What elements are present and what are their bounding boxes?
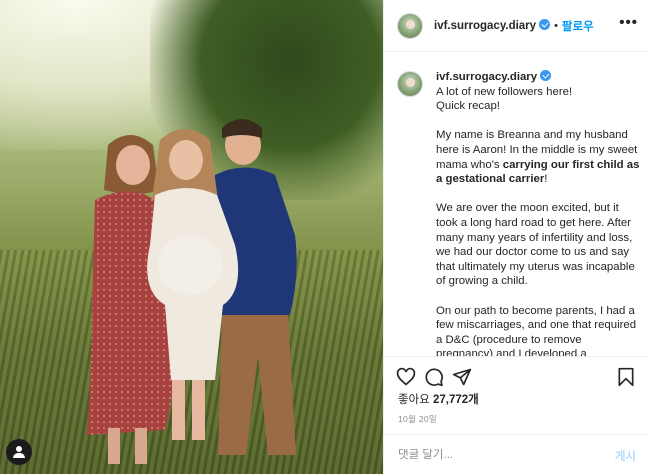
header-separator: • xyxy=(554,19,558,32)
comment-input[interactable] xyxy=(398,448,588,461)
post-comment-button[interactable]: 게시 xyxy=(615,448,636,464)
comment-icon[interactable] xyxy=(424,367,444,387)
post-photo[interactable] xyxy=(0,0,383,474)
caption-paragraph-4: On our path to become parents, I had a f… xyxy=(436,304,637,357)
follow-button[interactable]: 팔로우 xyxy=(562,18,594,34)
more-options-icon[interactable]: ••• xyxy=(619,14,638,31)
caption-username[interactable]: ivf.surrogacy.diary xyxy=(436,71,537,83)
header-username[interactable]: ivf.surrogacy.diary xyxy=(434,19,551,32)
caption-verified-badge-icon xyxy=(540,70,552,81)
caption-text: ivf.surrogacy.diary A lot of new followe… xyxy=(436,70,641,357)
post-date[interactable]: 10월 20일 xyxy=(398,413,437,425)
likes-count[interactable]: 좋아요 27,772개 xyxy=(398,391,479,407)
instagram-post: ivf.surrogacy.diary • 팔로우 ••• ivf.surrog… xyxy=(0,0,647,474)
tagged-users-icon[interactable] xyxy=(6,439,32,465)
post-side-panel: ivf.surrogacy.diary • 팔로우 ••• ivf.surrog… xyxy=(383,0,647,474)
bookmark-icon[interactable] xyxy=(616,367,636,387)
caption-paragraph-2: My name is Breanna and my husband here i… xyxy=(436,129,640,186)
comment-bar: 게시 xyxy=(384,434,647,474)
photo-people xyxy=(87,119,297,464)
caption-paragraph-3: We are over the moon excited, but it too… xyxy=(436,202,635,288)
caption-area: ivf.surrogacy.diary A lot of new followe… xyxy=(384,53,647,357)
caption-paragraph-1: A lot of new followers here! Quick recap… xyxy=(436,85,573,113)
profile-avatar[interactable] xyxy=(397,12,423,39)
caption-avatar[interactable] xyxy=(397,71,423,97)
heart-icon[interactable] xyxy=(396,367,416,387)
paper-plane-icon[interactable] xyxy=(452,367,472,387)
verified-badge-icon xyxy=(539,19,551,30)
post-header: ivf.surrogacy.diary • 팔로우 ••• xyxy=(384,0,647,52)
